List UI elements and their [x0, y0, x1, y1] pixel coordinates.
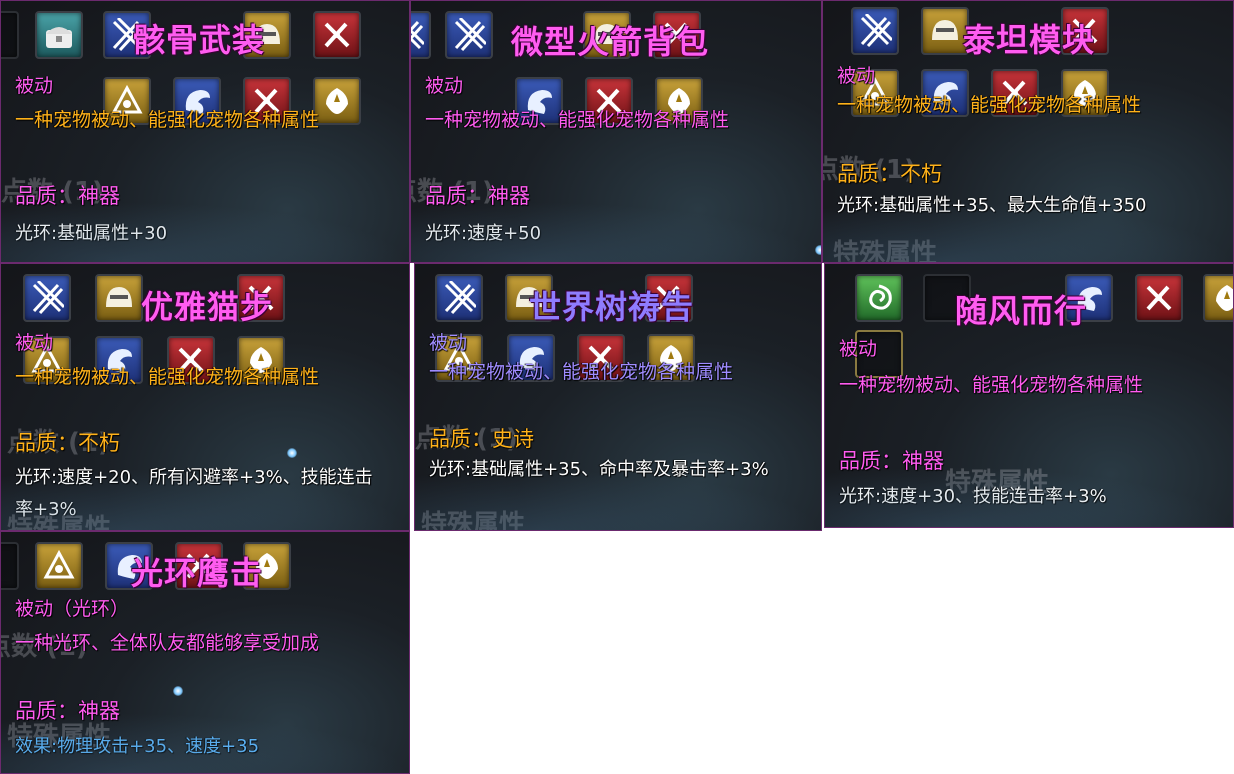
skill-description: 一种宠物被动、能强化宠物各种属性	[425, 109, 730, 131]
quality-label: 品质：神器	[839, 449, 944, 473]
skill-title: 骸骨武装	[133, 21, 266, 59]
skill-description: 一种宠物被动、能强化宠物各种属性	[15, 109, 320, 131]
quality-label: 品质：神器	[15, 699, 120, 723]
skill-description: 一种光环、全体队友都能够享受加成	[15, 632, 320, 654]
claw-icon[interactable]	[435, 274, 483, 322]
background-special-label: 特殊属性	[833, 239, 938, 263]
skill-title: 随风而行	[955, 292, 1088, 330]
skill-slot[interactable]	[1, 542, 19, 590]
skill-title: 泰坦模块	[963, 21, 1096, 59]
skill-description: 一种宠物被动、能强化宠物各种属性	[429, 361, 734, 383]
skill-description: 一种宠物被动、能强化宠物各种属性	[15, 366, 320, 388]
quality-label: 品质：不朽	[837, 162, 942, 186]
skill-card-5: 点数 (1) 特殊属性 世界树祷告 被动 一种宠物被动、能强化宠物各种属性 品质…	[414, 263, 822, 531]
quality-label: 品质：神器	[15, 184, 120, 208]
aura-effect: 效果:物理攻击+35、速度+35	[15, 736, 260, 757]
helmet-icon[interactable]	[95, 274, 143, 322]
passive-label: 被动	[837, 65, 876, 87]
skill-card-7: 点数 (1) 特殊属性 光环鹰击 被动（光环） 一种光环、全体队友都能够享受加成…	[0, 531, 410, 774]
claw-icon[interactable]	[411, 11, 431, 59]
skill-title: 微型火箭背包	[511, 23, 710, 61]
claw-icon[interactable]	[445, 11, 493, 59]
passive-label: 被动	[425, 75, 464, 97]
aura-effect: 光环:基础属性+35、命中率及暴击率+3%	[429, 459, 769, 480]
quality-label: 品质：不朽	[15, 431, 120, 455]
chest-icon[interactable]	[35, 11, 83, 59]
passive-label: 被动	[15, 75, 54, 97]
skill-card-2: 点数 (1) 微型火箭背包 被动 一种宠物被动、能强化宠物各种属性 品质：神器 …	[410, 0, 822, 263]
skill-card-4: 点数 (1) 特殊属性 优雅猫步 被动 一种宠物被动、能强化宠物各种属性 品质：…	[0, 263, 410, 531]
passive-label: 被动（光环）	[15, 598, 130, 620]
crest-icon[interactable]	[1203, 274, 1233, 322]
skill-title: 世界树祷告	[529, 288, 695, 326]
background-special-label: 特殊属性	[421, 510, 526, 531]
triforce-icon[interactable]	[35, 542, 83, 590]
passive-label: 被动	[15, 332, 54, 354]
sparkle	[173, 686, 183, 696]
skill-description: 一种宠物被动、能强化宠物各种属性	[839, 374, 1144, 396]
passive-label: 被动	[429, 332, 468, 354]
aura-effect: 光环:基础属性+30	[15, 223, 168, 244]
aura-effect: 光环:基础属性+35、最大生命值+350	[837, 195, 1147, 216]
skill-title: 光环鹰击	[131, 554, 264, 592]
sparkle	[287, 448, 297, 458]
skill-card-3: 点数 (1) 特殊属性 泰坦模块 被动 一种宠物被动、能强化宠物各种属性 品质：…	[822, 0, 1234, 263]
skill-slot[interactable]	[1, 11, 19, 59]
skill-card-6: 特殊属性 随风而行 被动 一种宠物被动、能强化宠物各种属性 品质：神器 光环:速…	[824, 263, 1234, 528]
aura-effect: 光环:速度+30、技能连击率+3%	[839, 486, 1107, 507]
sword-icon[interactable]	[1135, 274, 1183, 322]
quality-label: 品质：史诗	[429, 427, 534, 451]
aura-effect: 光环:速度+50	[425, 223, 542, 244]
aura-effect: 光环:速度+20、所有闪避率+3%、技能连击率+3%	[15, 467, 373, 520]
skill-card-1: 点数 (1) 骸骨武装 被动 一种宠物被动、能强化宠物各种属性 品质：神器 光环…	[0, 0, 410, 263]
helmet-icon[interactable]	[921, 7, 969, 55]
claw-icon[interactable]	[23, 274, 71, 322]
sword-icon[interactable]	[313, 11, 361, 59]
swirl-icon[interactable]	[855, 274, 903, 322]
claw-icon[interactable]	[851, 7, 899, 55]
skill-title: 优雅猫步	[141, 288, 274, 326]
skill-description: 一种宠物被动、能强化宠物各种属性	[837, 94, 1142, 116]
sparkle	[815, 245, 821, 255]
passive-label: 被动	[839, 338, 878, 360]
quality-label: 品质：神器	[425, 184, 530, 208]
